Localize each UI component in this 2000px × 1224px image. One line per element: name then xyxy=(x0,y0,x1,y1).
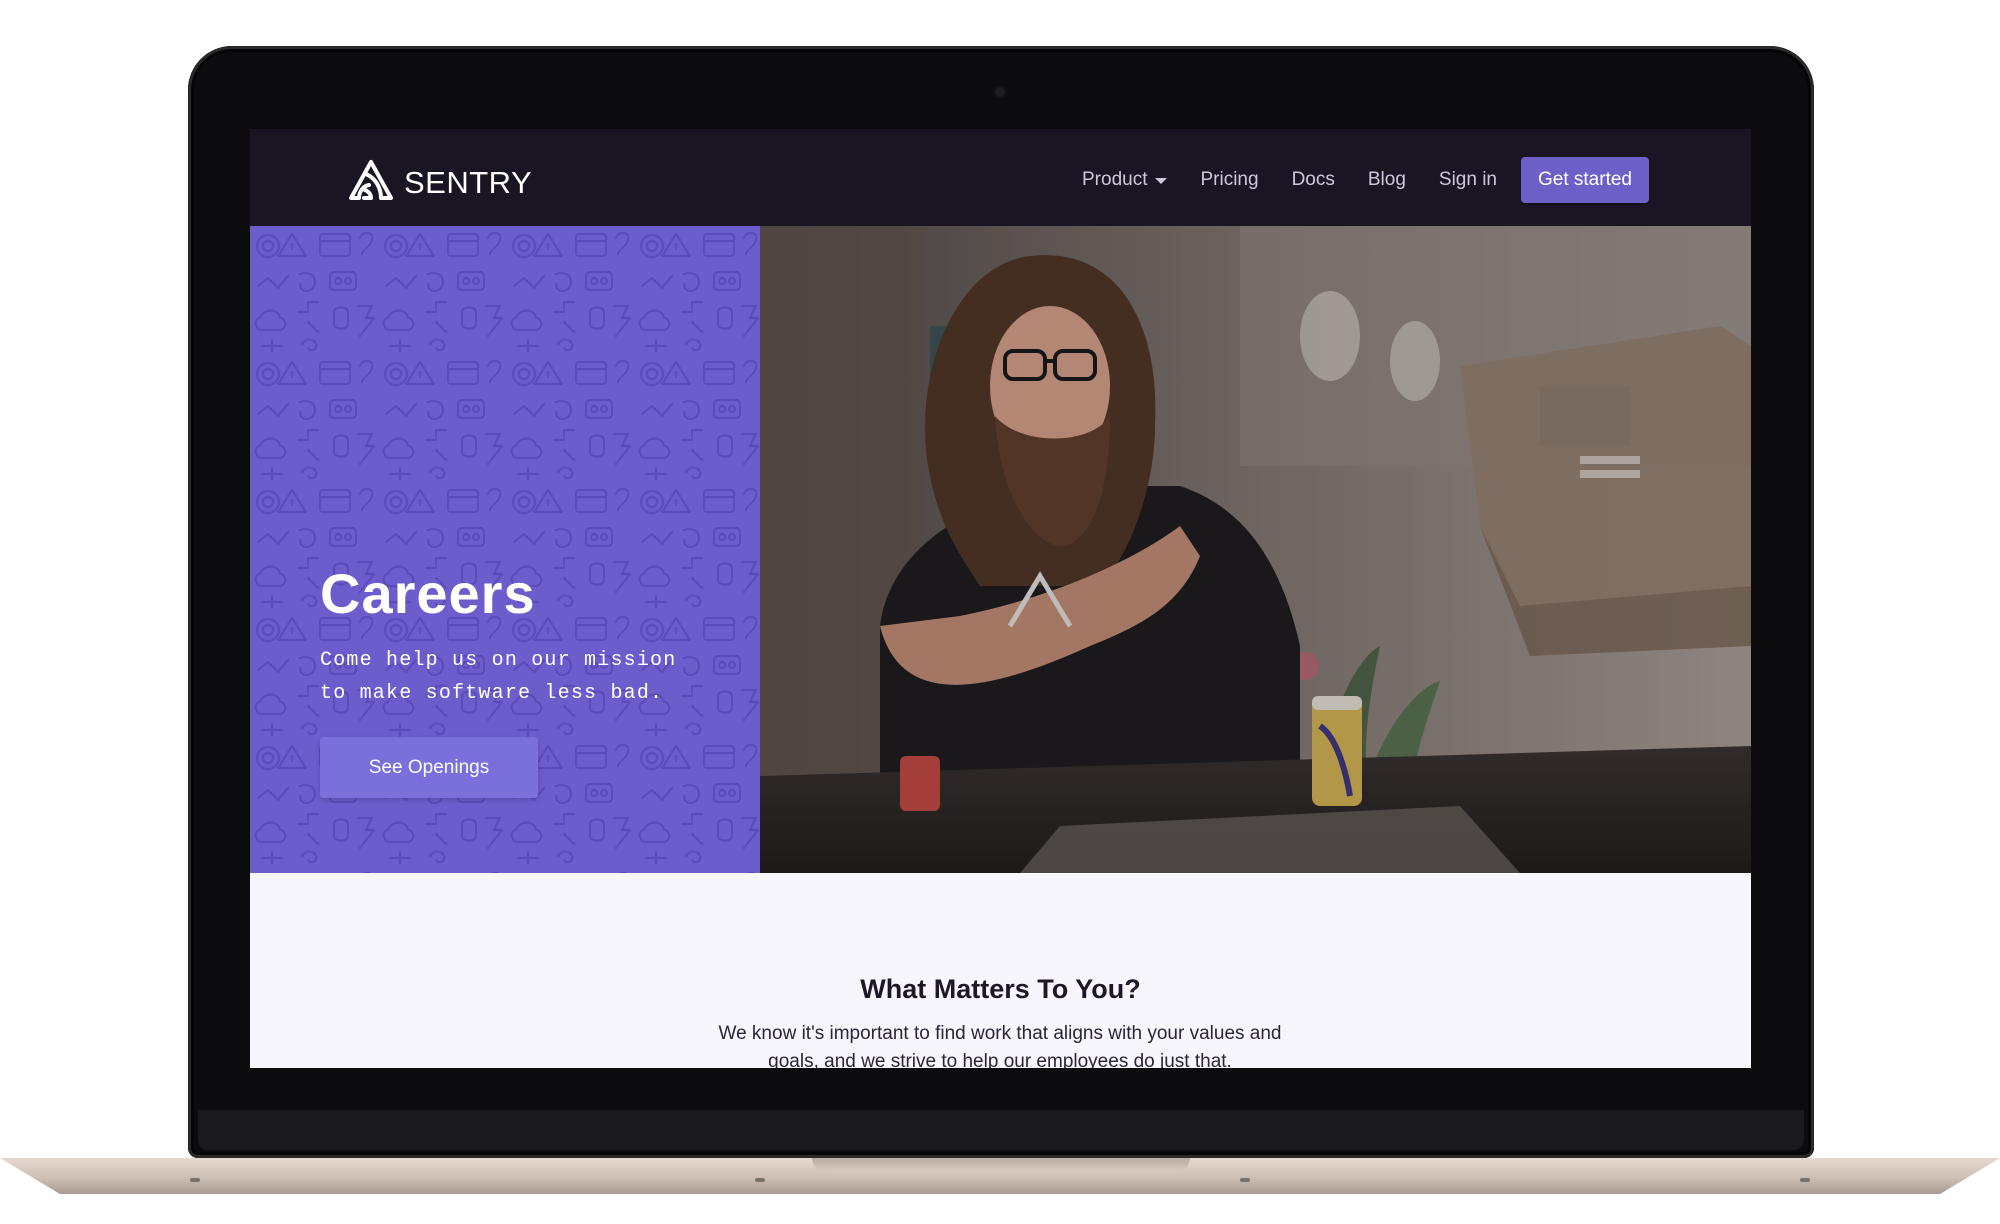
page-title: Careers xyxy=(320,562,536,625)
see-openings-button[interactable]: See Openings xyxy=(320,737,538,798)
laptop-foot xyxy=(1240,1178,1250,1182)
brand-name: SENTRY xyxy=(404,164,533,200)
chevron-down-icon xyxy=(1155,178,1168,184)
browser-viewport: SENTRY Product Pricing Docs Blog Sign in… xyxy=(250,129,1751,1068)
nav-item-docs[interactable]: Docs xyxy=(1292,169,1335,191)
laptop-foot xyxy=(755,1178,765,1182)
nav-item-pricing[interactable]: Pricing xyxy=(1200,169,1258,191)
get-started-button[interactable]: Get started xyxy=(1521,157,1649,203)
top-navbar: SENTRY Product Pricing Docs Blog Sign in… xyxy=(250,129,1751,226)
nav-item-label: Product xyxy=(1082,169,1148,190)
nav-item-sign-in[interactable]: Sign in xyxy=(1439,169,1497,191)
section-heading: What Matters To You? xyxy=(860,974,1141,1004)
section-paragraph: We know it's important to find work that… xyxy=(718,1023,1282,1068)
sentry-logo-icon xyxy=(348,159,394,206)
laptop-foot xyxy=(1800,1178,1810,1182)
hero-subtitle: Come help us on our mission to make soft… xyxy=(320,649,677,705)
hero-photo xyxy=(760,226,1751,873)
hero-panel: Careers Come help us on our mission to m… xyxy=(250,226,760,873)
brand-logo[interactable]: SENTRY xyxy=(348,159,532,206)
camera-icon xyxy=(993,85,1007,99)
laptop-bezel xyxy=(198,1110,1804,1150)
nav-item-product[interactable]: Product xyxy=(1082,169,1168,191)
laptop-base-notch xyxy=(812,1158,1190,1172)
hero-photo-illustration xyxy=(760,226,1751,873)
nav-links: Product Pricing Docs Blog Sign in Get st… xyxy=(1049,157,1649,203)
laptop-foot xyxy=(190,1178,200,1182)
nav-item-blog[interactable]: Blog xyxy=(1368,169,1406,191)
